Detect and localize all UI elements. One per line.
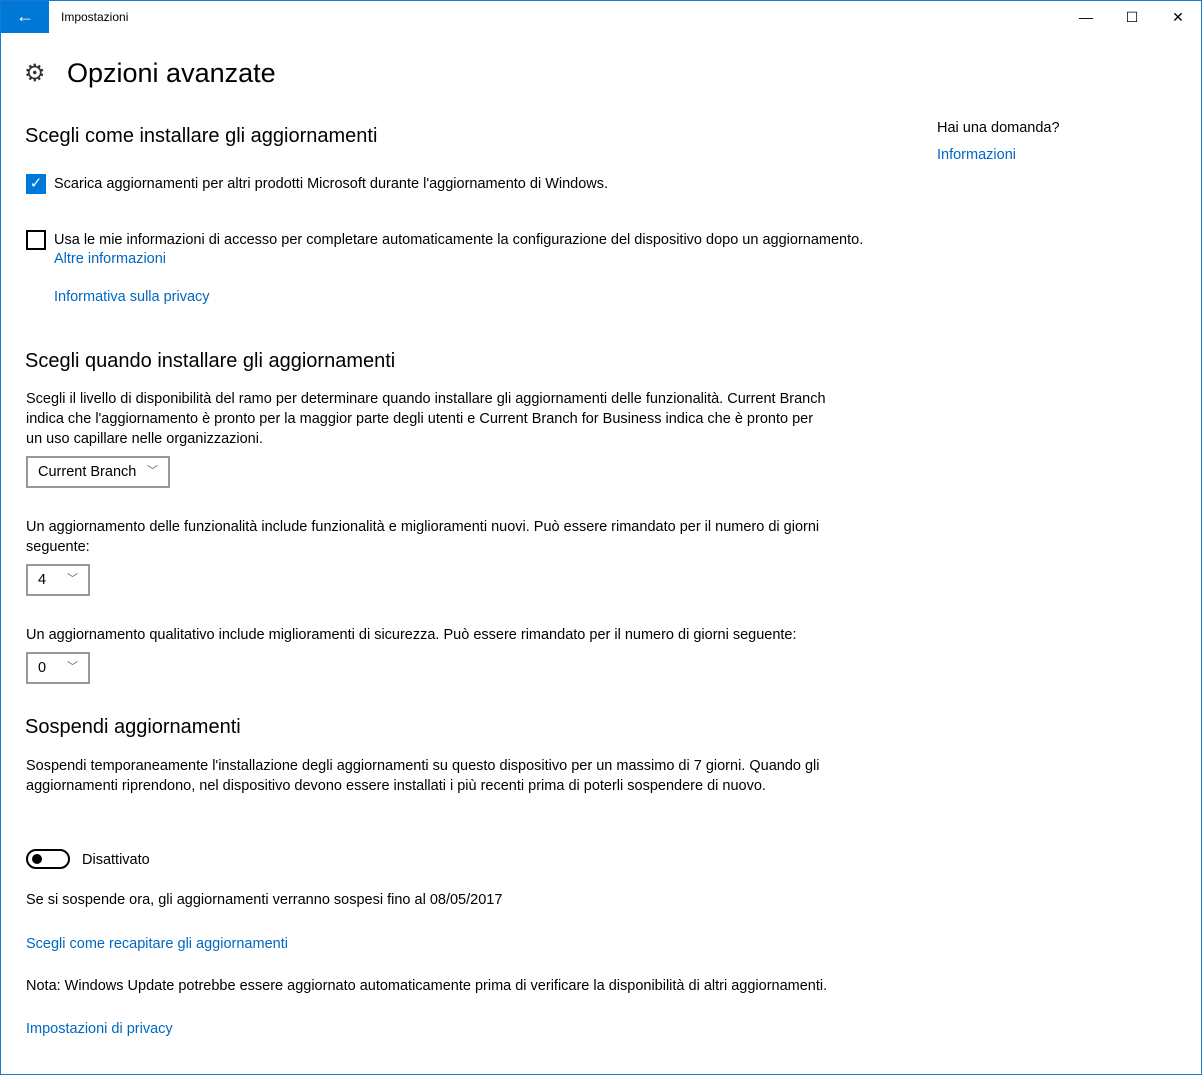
when-heading: Scegli quando installare gli aggiornamen… bbox=[25, 350, 396, 372]
privacy-settings-link[interactable]: Impostazioni di privacy bbox=[26, 1021, 173, 1037]
delivery-link[interactable]: Scegli come recapitare gli aggiornamenti bbox=[26, 936, 288, 952]
title-bar: ← Impostazioni — ☐ ✕ bbox=[1, 1, 1201, 33]
install-heading: Scegli come installare gli aggiornamenti bbox=[25, 125, 378, 147]
note-text: Nota: Windows Update potrebbe essere agg… bbox=[26, 978, 828, 994]
chevron-down-icon: ﹀ bbox=[147, 465, 158, 477]
branch-dropdown[interactable]: Current Branch ﹀ bbox=[26, 456, 170, 488]
app-title: Impostazioni bbox=[61, 10, 129, 24]
chevron-down-icon: ﹀ bbox=[67, 573, 78, 585]
pause-description: Sospendi temporaneamente l'installazione… bbox=[26, 758, 820, 794]
checkbox2-label: Usa le mie informazioni di accesso per c… bbox=[54, 232, 864, 248]
pause-toggle[interactable] bbox=[26, 849, 70, 869]
minimize-button[interactable]: — bbox=[1063, 1, 1109, 33]
page-title: Opzioni avanzate bbox=[67, 58, 276, 88]
branch-description: Scegli il livello di disponibilità del r… bbox=[26, 391, 826, 447]
toggle-state: Disattivato bbox=[82, 852, 150, 868]
more-info-link[interactable]: Altre informazioni bbox=[54, 251, 166, 267]
download-other-products-checkbox[interactable]: ✓ bbox=[26, 174, 46, 194]
back-button[interactable]: ← bbox=[1, 1, 49, 33]
feature-description: Un aggiornamento delle funzionalità incl… bbox=[26, 519, 820, 555]
quality-days-value: 0 bbox=[38, 660, 47, 676]
checkmark-icon: ✓ bbox=[29, 175, 43, 192]
feature-days-value: 4 bbox=[38, 572, 47, 588]
branch-value: Current Branch bbox=[38, 464, 137, 480]
privacy-statement-link[interactable]: Informativa sulla privacy bbox=[54, 289, 210, 305]
chevron-down-icon: ﹀ bbox=[67, 661, 78, 673]
quality-description: Un aggiornamento qualitativo include mig… bbox=[26, 627, 797, 643]
arrow-left-icon: ← bbox=[16, 6, 34, 26]
toggle-knob bbox=[32, 854, 42, 864]
checkbox1-label: Scarica aggiornamenti per altri prodotti… bbox=[54, 176, 609, 192]
question-label: Hai una domanda? bbox=[937, 120, 1060, 136]
pause-until: Se si sospende ora, gli aggiornamenti ve… bbox=[26, 892, 503, 908]
gear-icon: ⚙ bbox=[24, 60, 46, 87]
pause-heading: Sospendi aggiornamenti bbox=[25, 716, 241, 738]
feature-days-dropdown[interactable]: 4 ﹀ bbox=[26, 564, 90, 596]
quality-days-dropdown[interactable]: 0 ﹀ bbox=[26, 652, 90, 684]
info-link[interactable]: Informazioni bbox=[937, 147, 1016, 163]
close-button[interactable]: ✕ bbox=[1155, 1, 1201, 33]
maximize-button[interactable]: ☐ bbox=[1109, 1, 1155, 33]
use-signin-info-checkbox[interactable] bbox=[26, 230, 46, 250]
